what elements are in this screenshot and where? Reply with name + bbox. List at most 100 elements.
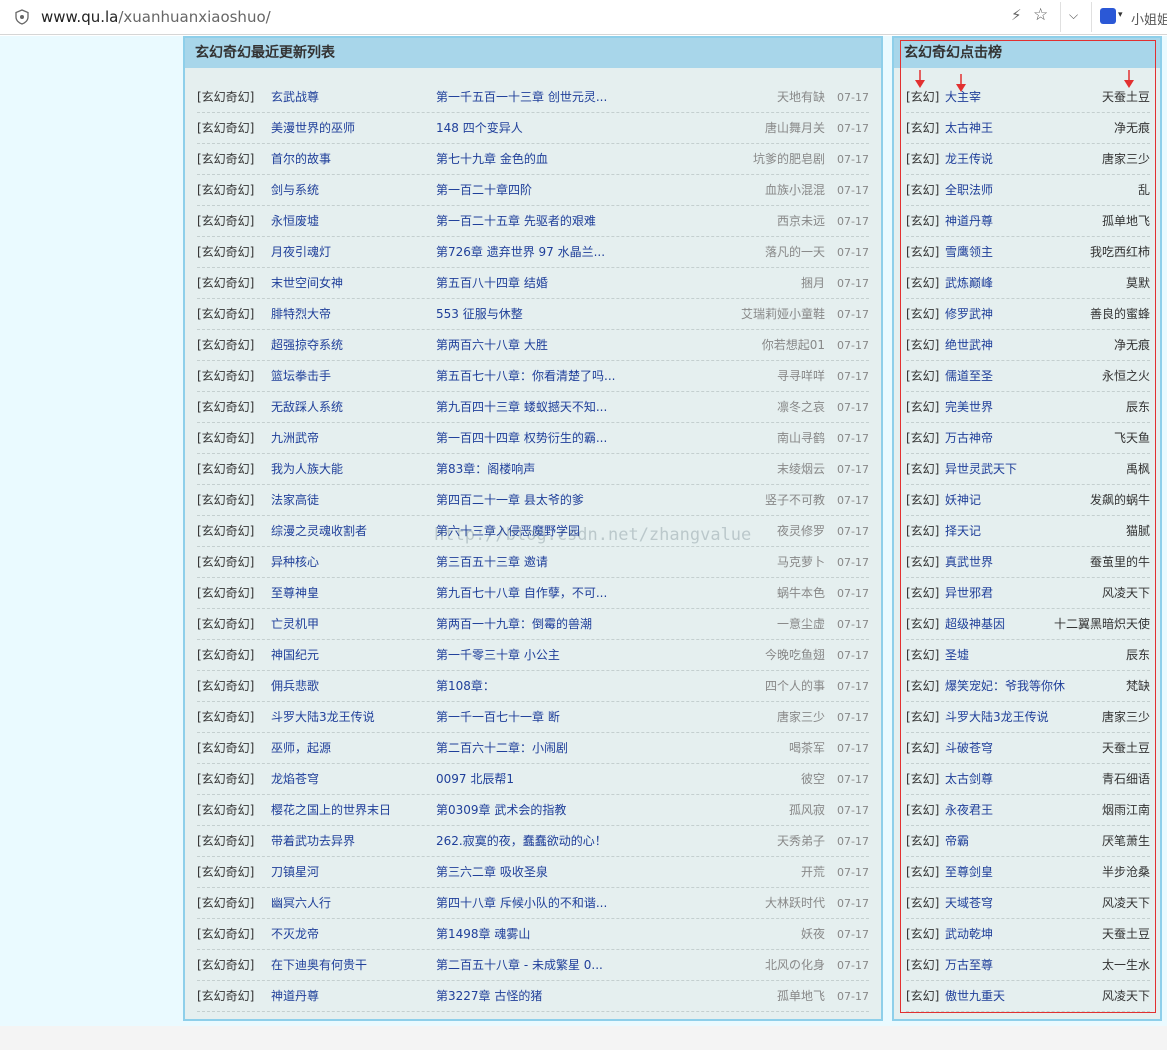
book-title-link[interactable]: 神国纪元: [271, 640, 431, 671]
shield-icon[interactable]: [14, 9, 30, 25]
chapter-link[interactable]: 第两百一十九章：倒霉的兽潮: [436, 609, 626, 640]
book-title-link[interactable]: 我为人族大能: [271, 454, 431, 485]
author-link[interactable]: 风凌天下: [1040, 888, 1150, 919]
chapter-link[interactable]: 第五百八十四章 结婚: [436, 268, 626, 299]
author-link[interactable]: 青石细语: [1040, 764, 1150, 795]
author-link[interactable]: 猫腻: [1040, 516, 1150, 547]
author-link[interactable]: 西京未远: [715, 206, 825, 237]
author-link[interactable]: 孤单地飞: [715, 981, 825, 1012]
author-link[interactable]: 孤单地飞: [1040, 206, 1150, 237]
author-link[interactable]: 唐家三少: [715, 702, 825, 733]
author-link[interactable]: 妖夜: [715, 919, 825, 950]
author-link[interactable]: 厌笔萧生: [1040, 826, 1150, 857]
chapter-link[interactable]: 第一千五百一十三章 创世元灵...: [436, 82, 626, 113]
author-link[interactable]: 你若想起01: [715, 330, 825, 361]
chapter-link[interactable]: 553 征服与休整: [436, 299, 626, 330]
author-link[interactable]: 凛冬之哀: [715, 392, 825, 423]
author-link[interactable]: 唐山舞月关: [715, 113, 825, 144]
book-title-link[interactable]: 九洲武帝: [271, 423, 431, 454]
book-title-link[interactable]: 异种核心: [271, 547, 431, 578]
book-title-link[interactable]: 剑与系统: [271, 175, 431, 206]
book-title-link[interactable]: 篮坛拳击手: [271, 361, 431, 392]
author-link[interactable]: 辰东: [1040, 640, 1150, 671]
book-title-link[interactable]: 神道丹尊: [271, 981, 431, 1012]
book-title-link[interactable]: 樱花之国上的世界末日: [271, 795, 431, 826]
book-title-link[interactable]: 幽冥六人行: [271, 888, 431, 919]
chapter-link[interactable]: 第一百二十章四阶: [436, 175, 626, 206]
author-link[interactable]: 我吃西红柿: [1040, 237, 1150, 268]
author-link[interactable]: 一意尘虚: [715, 609, 825, 640]
chapter-link[interactable]: 第四十八章 斥候小队的不和谐...: [436, 888, 626, 919]
chapter-link[interactable]: 第四百二十一章 县太爷的爹: [436, 485, 626, 516]
chapter-link[interactable]: 第一百四十四章 权势衍生的霸...: [436, 423, 626, 454]
author-link[interactable]: 四个人的事: [715, 671, 825, 702]
book-title-link[interactable]: 末世空间女神: [271, 268, 431, 299]
author-link[interactable]: 彼空: [715, 764, 825, 795]
author-link[interactable]: 烟雨江南: [1040, 795, 1150, 826]
star-icon[interactable]: ☆: [1033, 5, 1048, 25]
chapter-link[interactable]: 第108章：: [436, 671, 626, 702]
author-link[interactable]: 落凡的一天: [715, 237, 825, 268]
book-title-link[interactable]: 龙焰苍穹: [271, 764, 431, 795]
author-link[interactable]: 血族小混混: [715, 175, 825, 206]
author-link[interactable]: 孤风寂: [715, 795, 825, 826]
user-label[interactable]: 小姐姐: [1131, 9, 1167, 28]
book-title-link[interactable]: 在下迪奥有何贵干: [271, 950, 431, 981]
author-link[interactable]: 寻寻咩咩: [715, 361, 825, 392]
author-link[interactable]: 辰东: [1040, 392, 1150, 423]
author-link[interactable]: 半步沧桑: [1040, 857, 1150, 888]
author-link[interactable]: 飞天鱼: [1040, 423, 1150, 454]
book-title-link[interactable]: 刀镇星河: [271, 857, 431, 888]
chapter-link[interactable]: 第两百六十八章 大胜: [436, 330, 626, 361]
chapter-link[interactable]: 第726章 遗弃世界 97 水晶兰...: [436, 237, 626, 268]
chapter-link[interactable]: 第九百七十八章 自作孽，不可...: [436, 578, 626, 609]
author-link[interactable]: 坑爹的肥皂剧: [715, 144, 825, 175]
chapter-link[interactable]: 0097 北辰帮1: [436, 764, 626, 795]
book-title-link[interactable]: 亡灵机甲: [271, 609, 431, 640]
chapter-link[interactable]: 第九百四十三章 蝼蚁撼天不知...: [436, 392, 626, 423]
chapter-link[interactable]: 第一千一百七十一章 断: [436, 702, 626, 733]
book-title-link[interactable]: 玄武战尊: [271, 82, 431, 113]
author-link[interactable]: 大林跃时代: [715, 888, 825, 919]
author-link[interactable]: 十二翼黑暗炽天使: [1040, 609, 1150, 640]
author-link[interactable]: 净无痕: [1040, 113, 1150, 144]
chapter-link[interactable]: 148 四个变异人: [436, 113, 626, 144]
chapter-link[interactable]: 第三六二章 吸收圣泉: [436, 857, 626, 888]
author-link[interactable]: 蜗牛本色: [715, 578, 825, 609]
chapter-link[interactable]: 第0309章 武术会的指教: [436, 795, 626, 826]
author-link[interactable]: 南山寻鹤: [715, 423, 825, 454]
author-link[interactable]: 天蚕土豆: [1040, 919, 1150, 950]
book-title-link[interactable]: 美漫世界的巫师: [271, 113, 431, 144]
author-link[interactable]: 唐家三少: [1040, 144, 1150, 175]
author-link[interactable]: 捆月: [715, 268, 825, 299]
book-title-link[interactable]: 首尔的故事: [271, 144, 431, 175]
chapter-link[interactable]: 第七十九章 金色的血: [436, 144, 626, 175]
chapter-link[interactable]: 262.寂寞的夜，蠢蠢欲动的心！: [436, 826, 626, 857]
author-link[interactable]: 末绫烟云: [715, 454, 825, 485]
author-link[interactable]: 北风の化身: [715, 950, 825, 981]
author-link[interactable]: 梵缺: [1040, 671, 1150, 702]
chevron-down-icon[interactable]: ⌵: [1069, 8, 1078, 23]
author-link[interactable]: 唐家三少: [1040, 702, 1150, 733]
lightning-icon[interactable]: ⚡: [1011, 6, 1022, 24]
url-field[interactable]: www.qu.la/xuanhuanxiaoshuo/: [41, 8, 271, 26]
book-title-link[interactable]: 至尊神皇: [271, 578, 431, 609]
author-link[interactable]: 天秀弟子: [715, 826, 825, 857]
author-link[interactable]: 开荒: [715, 857, 825, 888]
chapter-link[interactable]: 第3227章 古怪的猪: [436, 981, 626, 1012]
book-title-link[interactable]: 无敌踩人系统: [271, 392, 431, 423]
author-link[interactable]: 马克萝卜: [715, 547, 825, 578]
book-title-link[interactable]: 斗罗大陆3龙王传说: [271, 702, 431, 733]
author-link[interactable]: 艾瑞莉娅小童鞋: [715, 299, 825, 330]
book-title-link[interactable]: 腓特烈大帝: [271, 299, 431, 330]
book-title-link[interactable]: 法家高徒: [271, 485, 431, 516]
author-link[interactable]: 竖子不可教: [715, 485, 825, 516]
book-title-link[interactable]: 不灭龙帝: [271, 919, 431, 950]
author-link[interactable]: 喝茶军: [715, 733, 825, 764]
chapter-link[interactable]: 第83章：阁楼响声: [436, 454, 626, 485]
chapter-link[interactable]: 第1498章 魂雾山: [436, 919, 626, 950]
author-link[interactable]: 天地有缺: [715, 82, 825, 113]
author-link[interactable]: 禹枫: [1040, 454, 1150, 485]
author-link[interactable]: 乱: [1040, 175, 1150, 206]
book-title-link[interactable]: 月夜引魂灯: [271, 237, 431, 268]
